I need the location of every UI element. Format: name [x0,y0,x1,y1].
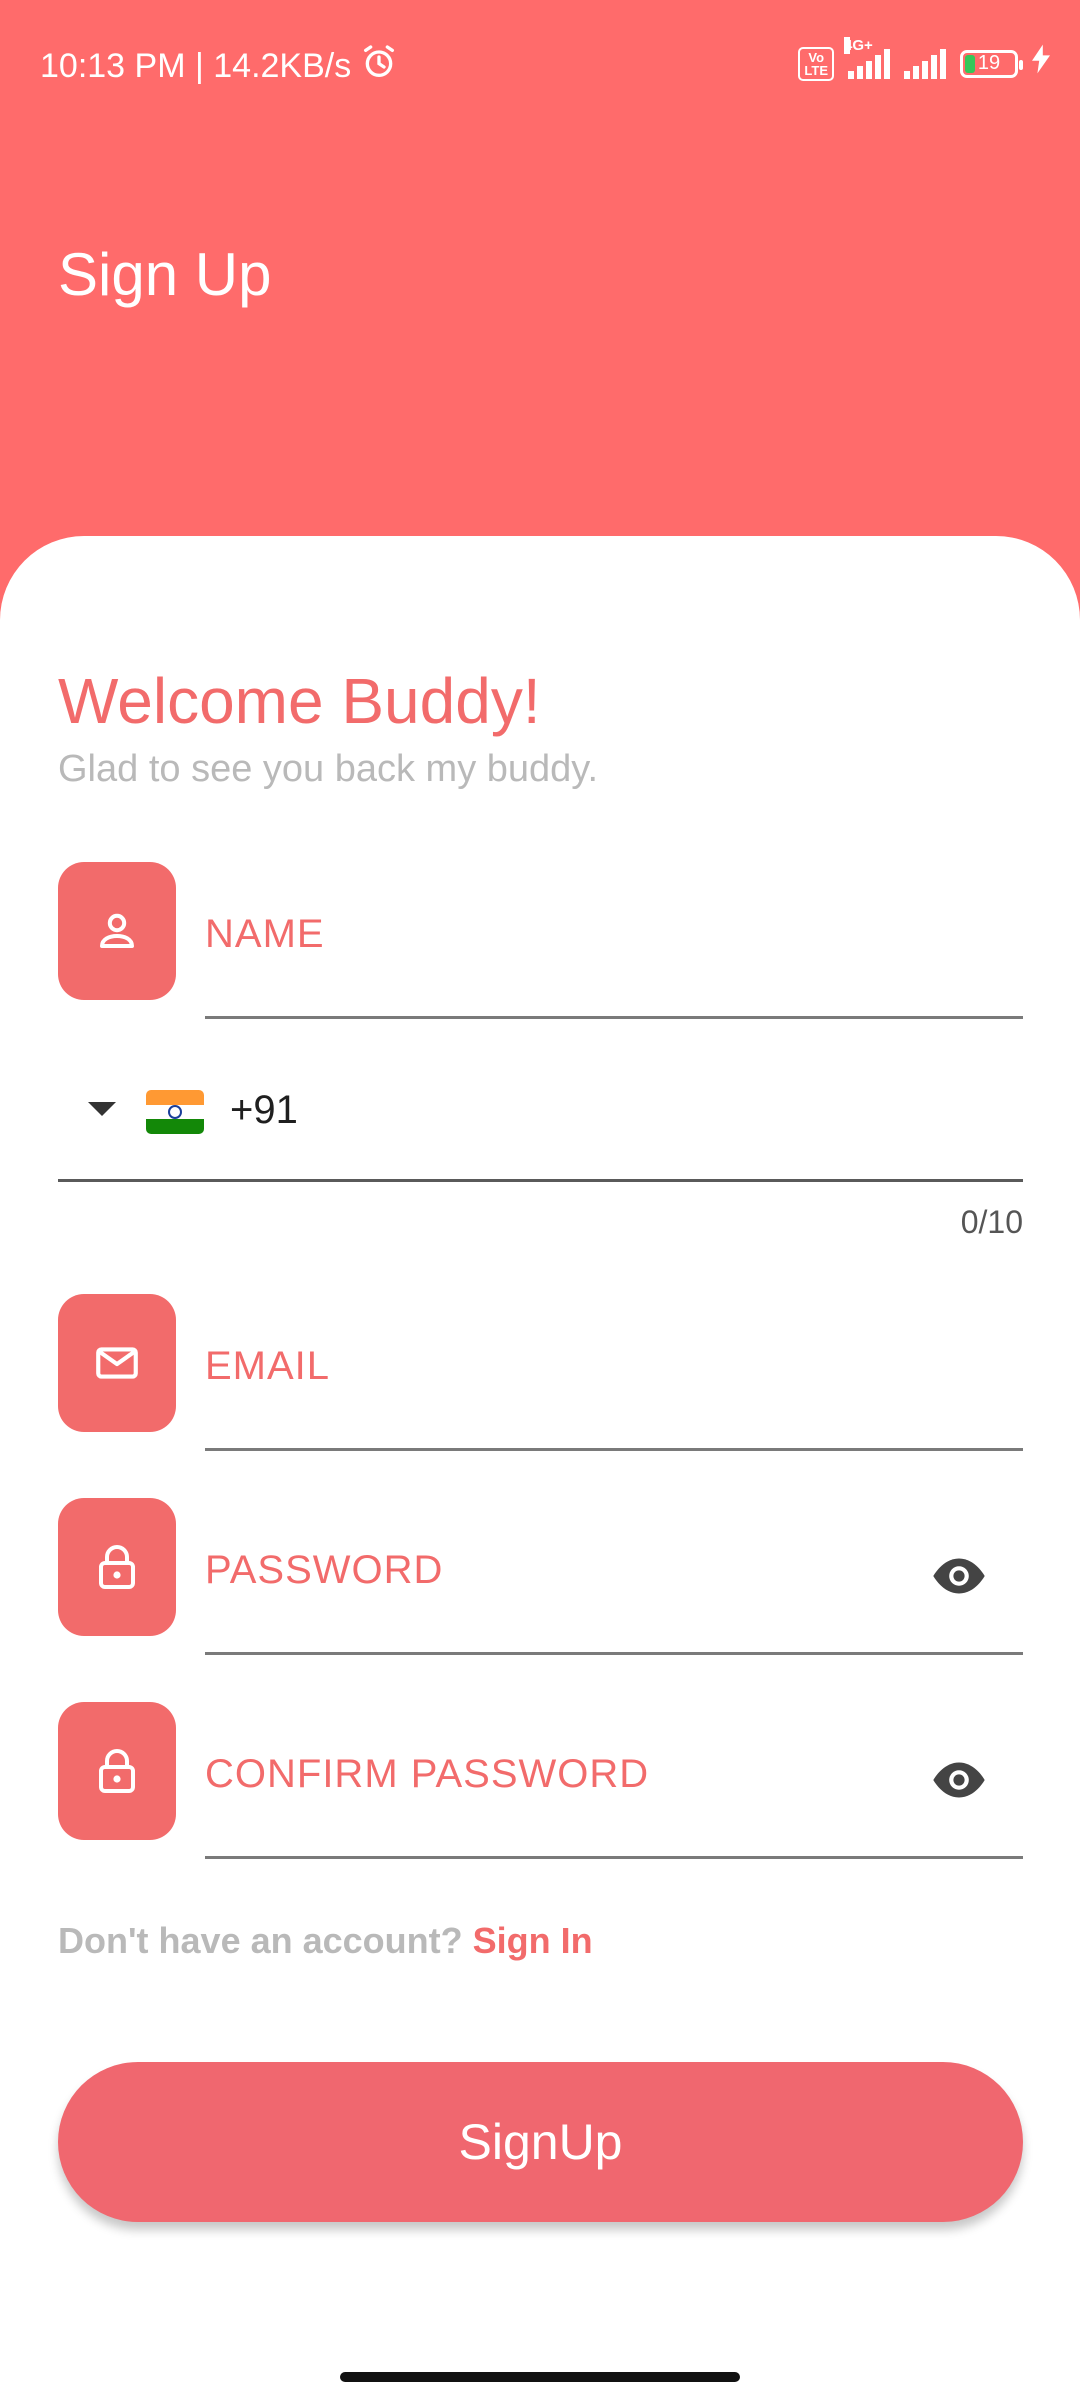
eye-icon[interactable] [931,1752,987,1813]
mail-icon [96,1347,138,1379]
email-icon-box [58,1294,176,1432]
dial-code: +91 [230,1088,298,1132]
password-icon-box [58,1498,176,1636]
welcome-heading: Welcome Buddy! [58,665,541,737]
signal-icon [904,48,946,79]
email-label: EMAIL [205,1344,331,1388]
confirm-password-label: CONFIRM PASSWORD [205,1752,650,1796]
home-indicator[interactable] [340,2372,740,2382]
password-label: PASSWORD [205,1548,444,1592]
eye-icon[interactable] [931,1548,987,1609]
status-left: 10:13 PM | 14.2KB/s [40,42,399,91]
signup-button[interactable]: SignUp [58,2062,1023,2222]
phone-field[interactable]: +91 [58,1020,1023,1182]
dropdown-arrow-icon[interactable] [88,1102,116,1116]
name-field[interactable]: NAME [205,864,1023,1019]
battery-icon: 19 [960,49,1023,78]
lock-icon [99,1749,135,1793]
alarm-icon [359,42,399,91]
time-and-speed: 10:13 PM | 14.2KB/s [40,47,352,85]
charging-icon [1032,44,1050,83]
status-bar: 10:13 PM | 14.2KB/s Vo LTE 4G+ 19 [0,0,1080,130]
confirm-password-icon-box [58,1702,176,1840]
welcome-subtitle: Glad to see you back my buddy. [58,748,599,790]
name-icon-box [58,862,176,1000]
page-title: Sign Up [58,241,272,308]
volte-icon: Vo LTE [798,46,834,81]
confirm-password-field[interactable]: CONFIRM PASSWORD [205,1704,1023,1859]
password-field[interactable]: PASSWORD [205,1500,1023,1655]
email-field[interactable]: EMAIL [205,1296,1023,1451]
account-prompt: Don't have an account? Sign In [58,1920,593,1962]
account-question: Don't have an account? [58,1920,463,1961]
signup-card: Welcome Buddy! Glad to see you back my b… [0,536,1080,2400]
phone-char-counter: 0/10 [960,1204,1023,1240]
sign-in-link[interactable]: Sign In [473,1920,593,1961]
battery-level: 19 [977,52,1001,74]
lock-icon [99,1545,135,1589]
person-icon [100,913,134,948]
name-label: NAME [205,912,325,956]
signal-4g-icon: 4G+ [844,36,890,79]
status-right: Vo LTE 4G+ 19 [798,36,1050,83]
network-type: 4G+ [844,36,873,54]
india-flag-icon[interactable] [146,1090,204,1134]
